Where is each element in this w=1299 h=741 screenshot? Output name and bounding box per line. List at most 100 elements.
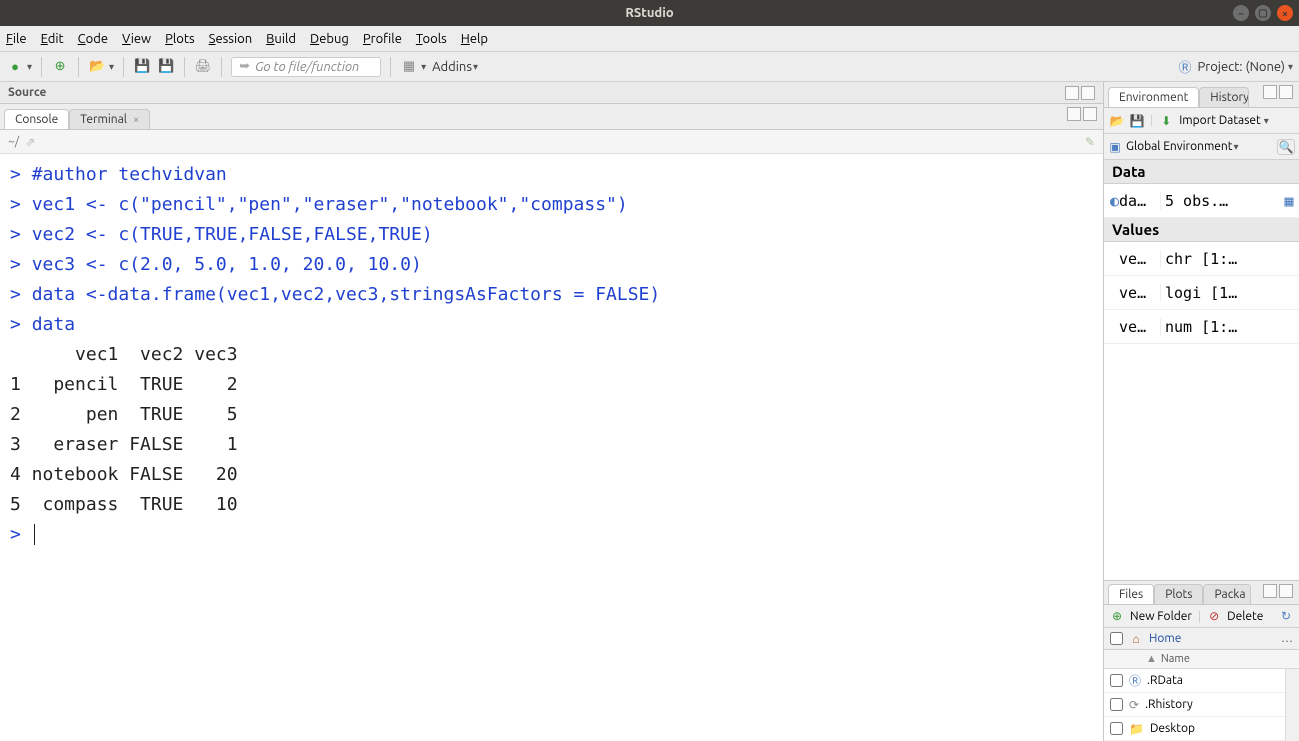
console-output[interactable]: > #author techvidvan > vec1 <- c("pencil… bbox=[0, 154, 1103, 741]
env-tabs: Environment History bbox=[1104, 82, 1299, 108]
close-icon[interactable]: × bbox=[133, 114, 139, 126]
grid-dropdown-icon[interactable]: ▾ bbox=[421, 61, 426, 73]
import-dataset-label[interactable]: Import Dataset bbox=[1179, 114, 1261, 127]
minimize-button[interactable]: – bbox=[1233, 5, 1249, 21]
env-row[interactable]: ve…num [1:… bbox=[1104, 310, 1299, 344]
file-row[interactable]: Ⓡ.RData bbox=[1104, 669, 1299, 693]
menu-code[interactable]: Code bbox=[78, 32, 108, 46]
maximize-button[interactable]: ▢ bbox=[1255, 5, 1271, 21]
env-scope-label[interactable]: Global Environment bbox=[1126, 140, 1233, 153]
print-icon[interactable]: 🖨 bbox=[194, 58, 212, 76]
pane-max-icon[interactable] bbox=[1279, 584, 1293, 598]
new-dropdown-icon[interactable]: ▾ bbox=[27, 61, 32, 73]
console-popout-icon[interactable]: ⇗ bbox=[25, 135, 35, 149]
new-folder-label[interactable]: New Folder bbox=[1130, 610, 1192, 623]
save-env-icon[interactable]: 💾 bbox=[1130, 114, 1144, 128]
delete-icon[interactable]: ⊘ bbox=[1207, 609, 1221, 623]
import-icon[interactable]: ⬇ bbox=[1159, 114, 1173, 128]
grid-icon[interactable]: ▦ bbox=[400, 58, 418, 76]
files-columns: ▲ Name bbox=[1104, 650, 1299, 669]
menu-tools[interactable]: Tools bbox=[416, 32, 447, 46]
window-title: RStudio bbox=[625, 6, 673, 20]
save-all-icon[interactable]: 💾 bbox=[157, 58, 175, 76]
select-all-checkbox[interactable] bbox=[1110, 632, 1123, 645]
menubar: File Edit Code View Plots Session Build Debug Pr… bbox=[0, 26, 1299, 52]
env-scope-bar: ▣ Global Environment ▾ 🔍 bbox=[1104, 134, 1299, 160]
menu-view[interactable]: View bbox=[122, 32, 151, 46]
env-row[interactable]: ◐da…5 obs.…▦ bbox=[1104, 184, 1299, 218]
menu-session[interactable]: Session bbox=[209, 32, 252, 46]
menu-profile[interactable]: Profile bbox=[363, 32, 402, 46]
file-checkbox[interactable] bbox=[1110, 722, 1123, 735]
scrollbar[interactable] bbox=[1285, 669, 1299, 741]
addins-menu[interactable]: Addins ▾ bbox=[432, 60, 478, 74]
clear-console-icon[interactable]: ✎ bbox=[1085, 135, 1095, 149]
source-title: Source bbox=[8, 86, 46, 99]
files-breadcrumb: ⌂ Home … bbox=[1104, 628, 1299, 650]
env-row[interactable]: ve…logi [1… bbox=[1104, 276, 1299, 310]
env-section-values: Values bbox=[1104, 218, 1299, 242]
pane-max-icon[interactable] bbox=[1081, 86, 1095, 100]
goto-arrow-icon: ➥ bbox=[238, 59, 249, 74]
env-row[interactable]: ve…chr [1:… bbox=[1104, 242, 1299, 276]
addins-label: Addins bbox=[432, 60, 472, 74]
menu-edit[interactable]: Edit bbox=[41, 32, 64, 46]
env-toolbar: 📂 💾 | ⬇ Import Dataset ▾ bbox=[1104, 108, 1299, 134]
file-checkbox[interactable] bbox=[1110, 674, 1123, 687]
pane-split-icon[interactable] bbox=[1263, 584, 1277, 598]
home-link[interactable]: Home bbox=[1149, 632, 1181, 645]
pane-max-icon[interactable] bbox=[1279, 85, 1293, 99]
tab-plots[interactable]: Plots bbox=[1154, 584, 1203, 604]
col-name[interactable]: Name bbox=[1161, 653, 1190, 665]
console-toolbar: ~/ ⇗ ✎ bbox=[0, 130, 1103, 154]
files-list: Ⓡ.RData⟳.Rhistory📁Desktop bbox=[1104, 669, 1299, 741]
new-doc-icon[interactable]: ● bbox=[6, 58, 24, 76]
delete-label[interactable]: Delete bbox=[1227, 610, 1263, 623]
titlebar: RStudio – ▢ × bbox=[0, 0, 1299, 26]
import-dropdown-icon[interactable]: ▾ bbox=[1264, 115, 1269, 127]
open-icon[interactable]: 📂 bbox=[88, 58, 106, 76]
file-name: Desktop bbox=[1150, 722, 1195, 735]
file-row[interactable]: 📁Desktop bbox=[1104, 717, 1299, 741]
pane-max-icon[interactable] bbox=[1083, 107, 1097, 121]
close-button[interactable]: × bbox=[1277, 5, 1293, 21]
env-scope-icon: ▣ bbox=[1108, 140, 1122, 154]
home-icon[interactable]: ⌂ bbox=[1129, 632, 1143, 646]
file-row[interactable]: ⟳.Rhistory bbox=[1104, 693, 1299, 717]
new-folder-icon[interactable]: ⊕ bbox=[1110, 609, 1124, 623]
addins-dropdown-icon: ▾ bbox=[473, 61, 478, 73]
new-project-icon[interactable]: ⊕ bbox=[51, 58, 69, 76]
more-menu[interactable]: … bbox=[1281, 632, 1293, 645]
pane-split-icon[interactable] bbox=[1065, 86, 1079, 100]
project-dropdown-icon: ▾ bbox=[1288, 61, 1293, 73]
tab-console[interactable]: Console bbox=[4, 109, 69, 129]
menu-plots[interactable]: Plots bbox=[165, 32, 195, 46]
menu-build[interactable]: Build bbox=[266, 32, 296, 46]
menu-debug[interactable]: Debug bbox=[310, 32, 349, 46]
project-label: Project: (None) bbox=[1198, 60, 1285, 74]
console-path: ~/ bbox=[8, 135, 19, 148]
tab-files[interactable]: Files bbox=[1108, 584, 1154, 604]
pane-split-icon[interactable] bbox=[1067, 107, 1081, 121]
file-checkbox[interactable] bbox=[1110, 698, 1123, 711]
menu-file[interactable]: File bbox=[6, 32, 27, 46]
save-icon[interactable]: 💾 bbox=[133, 58, 151, 76]
file-name: .Rhistory bbox=[1145, 698, 1193, 711]
goto-file-input[interactable]: ➥ Go to file/function bbox=[231, 57, 381, 77]
file-name: .RData bbox=[1147, 674, 1183, 687]
tab-packages[interactable]: Packa bbox=[1203, 584, 1251, 604]
open-dropdown-icon[interactable]: ▾ bbox=[109, 61, 114, 73]
refresh-icon[interactable]: ↻ bbox=[1279, 609, 1293, 623]
tab-environment[interactable]: Environment bbox=[1108, 87, 1199, 107]
col-sort-icon[interactable]: ▲ bbox=[1146, 653, 1157, 665]
project-selector[interactable]: Ⓡ Project: (None) ▾ bbox=[1179, 57, 1294, 76]
pane-split-icon[interactable] bbox=[1263, 85, 1277, 99]
tab-history[interactable]: History bbox=[1199, 87, 1249, 107]
table-icon[interactable]: ▦ bbox=[1279, 192, 1299, 210]
menu-help[interactable]: Help bbox=[461, 32, 488, 46]
search-icon[interactable]: 🔍 bbox=[1277, 139, 1295, 155]
scope-dropdown-icon[interactable]: ▾ bbox=[1234, 141, 1239, 153]
open-env-icon[interactable]: 📂 bbox=[1110, 114, 1124, 128]
tab-terminal[interactable]: Terminal × bbox=[69, 109, 150, 129]
goto-placeholder: Go to file/function bbox=[255, 60, 359, 74]
